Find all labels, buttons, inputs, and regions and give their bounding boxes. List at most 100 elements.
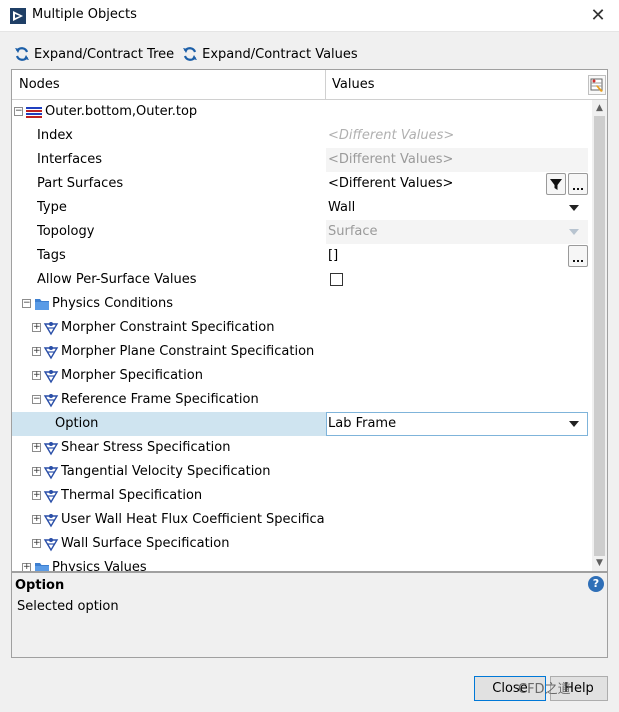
folder-icon xyxy=(35,299,49,310)
condition-icon xyxy=(43,538,59,552)
tree-header: Nodes Values xyxy=(12,70,607,100)
condition-icon xyxy=(43,394,59,408)
ellipsis-button[interactable] xyxy=(568,173,588,195)
property-row-part-surfaces[interactable]: Part Surfaces <Different Values> xyxy=(12,172,592,196)
window-close-button[interactable]: ✕ xyxy=(585,3,611,29)
tree-row-condition[interactable]: + Morpher Specification xyxy=(12,364,592,388)
condition-icon xyxy=(43,370,59,384)
tree-row-root[interactable]: − Outer.bottom,Outer.top xyxy=(12,100,592,124)
tree-rows: − Outer.bottom,Outer.top Index <Differen… xyxy=(12,100,592,572)
scroll-down-icon[interactable]: ▼ xyxy=(595,559,604,568)
property-label: Option xyxy=(55,416,99,431)
collapse-toggle[interactable]: − xyxy=(32,395,41,404)
property-row-tags[interactable]: Tags [] xyxy=(12,244,592,268)
tree-row-condition[interactable]: + User Wall Heat Flux Coefficient Specif… xyxy=(12,508,592,532)
property-label: Topology xyxy=(37,224,95,239)
property-label: Interfaces xyxy=(37,152,102,167)
values-column-header[interactable]: Values xyxy=(332,77,374,92)
option-value[interactable]: Lab Frame xyxy=(326,412,588,436)
ellipsis-icon xyxy=(573,260,583,262)
type-dropdown[interactable]: Wall xyxy=(326,196,588,220)
property-row-topology[interactable]: Topology Surface xyxy=(12,220,592,244)
scrollbar-thumb[interactable] xyxy=(594,116,605,556)
property-label: Type xyxy=(37,200,67,215)
condition-icon xyxy=(43,322,59,336)
property-label: Tags xyxy=(37,248,66,263)
root-node-label: Outer.bottom,Outer.top xyxy=(45,104,198,119)
window-title: Multiple Objects xyxy=(32,7,137,22)
tree-row-condition[interactable]: + Thermal Specification xyxy=(12,484,592,508)
expand-contract-tree-label: Expand/Contract Tree xyxy=(34,46,175,62)
tree-row-condition-expanded[interactable]: − Reference Frame Specification xyxy=(12,388,592,412)
condition-label: Morpher Plane Constraint Specification xyxy=(61,344,315,359)
expand-toggle[interactable]: + xyxy=(32,371,41,380)
description-title: Option xyxy=(15,578,65,593)
allow-per-surface-checkbox[interactable] xyxy=(330,273,343,286)
title-bar: Multiple Objects ✕ xyxy=(0,0,619,32)
expand-contract-tree-button[interactable]: Expand/Contract Tree xyxy=(14,46,174,62)
expand-toggle[interactable]: + xyxy=(32,491,41,500)
expand-toggle[interactable]: + xyxy=(32,347,41,356)
description-text: Selected option xyxy=(17,599,119,614)
property-row-type[interactable]: Type Wall xyxy=(12,196,592,220)
chevron-down-icon[interactable] xyxy=(569,421,579,427)
description-panel: Option Selected option ? xyxy=(11,572,608,658)
property-tree: Nodes Values − Outer.bottom,Outer.top In… xyxy=(11,69,608,572)
condition-label: Wall Surface Specification xyxy=(61,536,230,551)
collapse-toggle[interactable]: − xyxy=(22,299,31,308)
property-value[interactable]: [] xyxy=(326,244,588,268)
tree-row-condition[interactable]: + Morpher Constraint Specification xyxy=(12,316,592,340)
expand-toggle[interactable]: + xyxy=(32,323,41,332)
condition-icon xyxy=(43,346,59,360)
app-logo-icon xyxy=(10,8,26,24)
property-row-index[interactable]: Index <Different Values> xyxy=(12,124,592,148)
refresh-icon xyxy=(183,47,198,61)
expand-toggle[interactable]: + xyxy=(32,467,41,476)
property-label: Index xyxy=(37,128,73,143)
condition-icon xyxy=(43,490,59,504)
tree-row-physics-values[interactable]: + Physics Values xyxy=(12,556,592,572)
property-row-option[interactable]: Option Lab Frame xyxy=(12,412,592,436)
topology-dropdown: Surface xyxy=(328,224,378,239)
column-divider[interactable] xyxy=(325,70,326,100)
condition-label: Morpher Constraint Specification xyxy=(61,320,275,335)
tree-row-condition[interactable]: + Tangential Velocity Specification xyxy=(12,460,592,484)
filter-button[interactable] xyxy=(546,173,566,195)
condition-label: Thermal Specification xyxy=(61,488,203,503)
scroll-up-icon[interactable]: ▲ xyxy=(595,104,604,113)
physics-values-label: Physics Values xyxy=(52,560,147,572)
tree-row-condition[interactable]: + Shear Stress Specification xyxy=(12,436,592,460)
expand-toggle[interactable]: + xyxy=(22,563,31,571)
column-settings-button[interactable] xyxy=(588,75,606,95)
refresh-icon xyxy=(15,47,29,61)
watermark: CFD之道 xyxy=(518,682,571,697)
nodes-column-header[interactable]: Nodes xyxy=(19,77,60,92)
ellipsis-icon xyxy=(573,188,583,190)
condition-label: User Wall Heat Flux Coefficient Specific… xyxy=(61,512,325,527)
help-icon[interactable]: ? xyxy=(588,576,604,592)
expand-toggle[interactable]: + xyxy=(32,443,41,452)
tree-row-condition[interactable]: + Morpher Plane Constraint Specification xyxy=(12,340,592,364)
chevron-down-icon[interactable] xyxy=(569,205,579,211)
tree-row-condition[interactable]: + Wall Surface Specification xyxy=(12,532,592,556)
property-value: <Different Values> xyxy=(328,152,454,167)
table-settings-icon xyxy=(590,78,603,92)
condition-icon xyxy=(43,442,59,456)
ellipsis-button[interactable] xyxy=(568,245,588,267)
property-label: Allow Per-Surface Values xyxy=(37,272,197,287)
collapse-toggle[interactable]: − xyxy=(14,107,23,116)
expand-toggle[interactable]: + xyxy=(32,539,41,548)
toolbar: Expand/Contract Tree Expand/Contract Val… xyxy=(14,44,366,64)
tree-row-physics-conditions[interactable]: − Physics Conditions xyxy=(12,292,592,316)
filter-icon xyxy=(550,179,562,190)
expand-contract-values-button[interactable]: Expand/Contract Values xyxy=(182,46,358,62)
physics-conditions-label: Physics Conditions xyxy=(52,296,174,311)
property-row-allow-per-surface[interactable]: Allow Per-Surface Values xyxy=(12,268,592,292)
condition-label: Morpher Specification xyxy=(61,368,203,383)
property-row-interfaces[interactable]: Interfaces <Different Values> xyxy=(12,148,592,172)
condition-label: Shear Stress Specification xyxy=(61,440,231,455)
condition-label: Reference Frame Specification xyxy=(61,392,259,407)
vertical-scrollbar[interactable]: ▲ ▼ xyxy=(592,100,607,571)
boundary-icon xyxy=(26,106,42,118)
expand-toggle[interactable]: + xyxy=(32,515,41,524)
